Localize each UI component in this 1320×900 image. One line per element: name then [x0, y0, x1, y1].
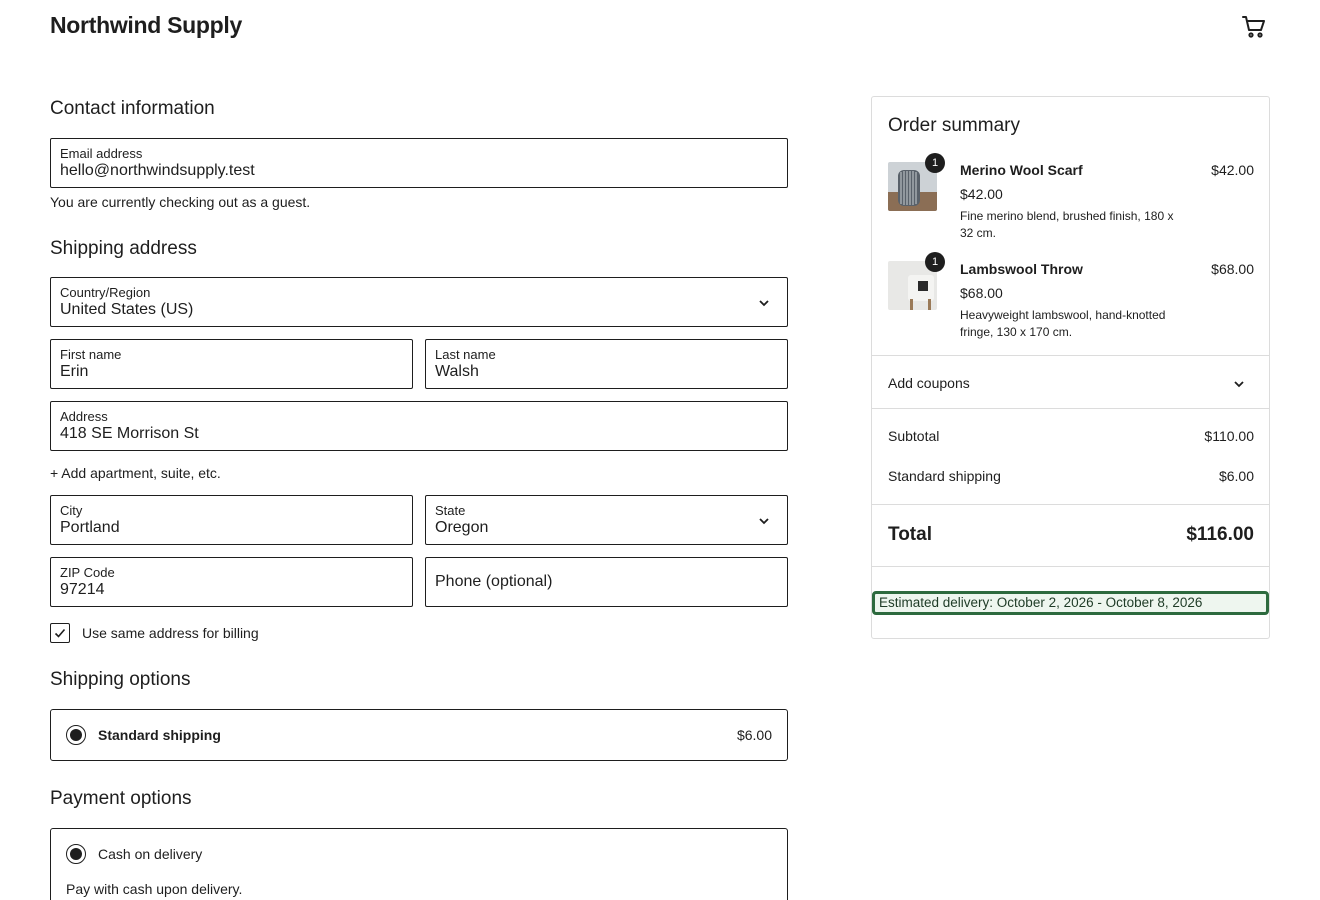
last-name-value: Walsh: [435, 363, 479, 380]
email-value: hello@northwindsupply.test: [60, 162, 255, 179]
payment-option-description: Pay with cash upon delivery.: [66, 881, 243, 897]
state-select[interactable]: State Oregon: [425, 495, 788, 545]
summary-item: 1 Lambswool Throw $68.00 $68.00 Heavywei…: [888, 252, 1254, 341]
chevron-down-icon: [759, 518, 769, 525]
billing-same-row[interactable]: Use same address for billing: [50, 623, 788, 643]
payment-radio[interactable]: [66, 844, 86, 864]
address-value: 418 SE Morrison St: [60, 425, 199, 442]
order-summary-title: Order summary: [888, 115, 1020, 136]
state-value: Oregon: [435, 519, 489, 536]
shipping-options-title: Shipping options: [50, 669, 191, 690]
divider: [872, 566, 1269, 567]
checkout-form: Contact information Email address hello@…: [50, 96, 788, 900]
divider: [872, 504, 1269, 505]
city-field[interactable]: City Portland: [50, 495, 413, 545]
total-value: $116.00: [1186, 524, 1254, 545]
payment-options-title: Payment options: [50, 788, 192, 809]
subtotal-value: $110.00: [1204, 428, 1254, 444]
chevron-down-icon: [1234, 381, 1244, 388]
billing-same-label: Use same address for billing: [82, 625, 259, 641]
item-price: $42.00: [960, 186, 1003, 202]
summary-item: 1 Merino Wool Scarf $42.00 $42.00 Fine m…: [888, 153, 1254, 242]
address-field[interactable]: Address 418 SE Morrison St: [50, 401, 788, 451]
item-line-total: $42.00: [1211, 162, 1254, 178]
item-name: Lambswool Throw: [960, 261, 1083, 277]
payment-option-label: Cash on delivery: [98, 846, 203, 862]
total-label: Total: [888, 524, 932, 545]
country-select[interactable]: Country/Region United States (US): [50, 277, 788, 327]
total-row: Total $116.00: [888, 524, 1254, 546]
item-description: Fine merino blend, brushed finish, 180 x…: [960, 209, 1174, 240]
quantity-badge: 1: [925, 252, 945, 272]
phone-field[interactable]: Phone (optional): [425, 557, 788, 607]
zip-field[interactable]: ZIP Code 97214: [50, 557, 413, 607]
shipping-option-label: Standard shipping: [98, 727, 221, 743]
coupons-toggle[interactable]: Add coupons: [888, 375, 1254, 391]
last-name-field[interactable]: Last name Walsh: [425, 339, 788, 389]
subtotal-row: Subtotal $110.00: [888, 428, 1254, 444]
zip-value: 97214: [60, 581, 105, 598]
shipping-option-price: $6.00: [736, 727, 772, 743]
add-apartment-link[interactable]: + Add apartment, suite, etc.: [50, 465, 788, 481]
shipping-option-standard[interactable]: Standard shipping $6.00: [50, 709, 788, 761]
shipping-address-title: Shipping address: [50, 238, 197, 259]
shipping-radio[interactable]: [66, 725, 86, 745]
checkmark-icon: [54, 628, 66, 638]
order-summary: Order summary 1 Merino Wool Scarf $42.00…: [871, 96, 1270, 639]
payment-option-cod[interactable]: Cash on delivery Pay with cash upon deli…: [50, 828, 788, 900]
subtotal-label: Subtotal: [888, 428, 940, 444]
divider: [872, 355, 1269, 356]
guest-note: You are currently checking out as a gues…: [50, 194, 311, 210]
shipping-value: $6.00: [1218, 468, 1254, 484]
last-name-label: Last name: [435, 347, 496, 362]
item-name: Merino Wool Scarf: [960, 162, 1083, 178]
zip-label: ZIP Code: [60, 565, 115, 580]
cart-icon[interactable]: [1241, 14, 1267, 40]
item-line-total: $68.00: [1211, 261, 1254, 277]
phone-placeholder: Phone (optional): [435, 573, 553, 590]
country-value: United States (US): [60, 301, 194, 318]
city-value: Portland: [60, 519, 120, 536]
item-price: $68.00: [960, 285, 1003, 301]
first-name-label: First name: [60, 347, 122, 362]
shipping-label: Standard shipping: [888, 468, 1001, 484]
contact-title: Contact information: [50, 98, 215, 119]
chevron-down-icon: [759, 300, 769, 307]
country-label: Country/Region: [60, 285, 151, 300]
estimated-delivery: Estimated delivery: October 2, 2026 - Oc…: [872, 591, 1269, 615]
state-label: State: [435, 503, 466, 518]
first-name-value: Erin: [60, 363, 89, 380]
coupons-label: Add coupons: [888, 375, 970, 391]
item-description: Heavyweight lambswool, hand-knotted frin…: [960, 308, 1166, 339]
city-label: City: [60, 503, 83, 518]
shipping-row: Standard shipping $6.00: [888, 468, 1254, 484]
billing-same-checkbox[interactable]: [50, 623, 70, 643]
quantity-badge: 1: [925, 153, 945, 173]
email-field[interactable]: Email address hello@northwindsupply.test: [50, 138, 788, 188]
first-name-field[interactable]: First name Erin: [50, 339, 413, 389]
address-label: Address: [60, 409, 108, 424]
divider: [872, 408, 1269, 409]
brand-title[interactable]: Northwind Supply: [50, 12, 242, 39]
email-label: Email address: [60, 146, 143, 161]
